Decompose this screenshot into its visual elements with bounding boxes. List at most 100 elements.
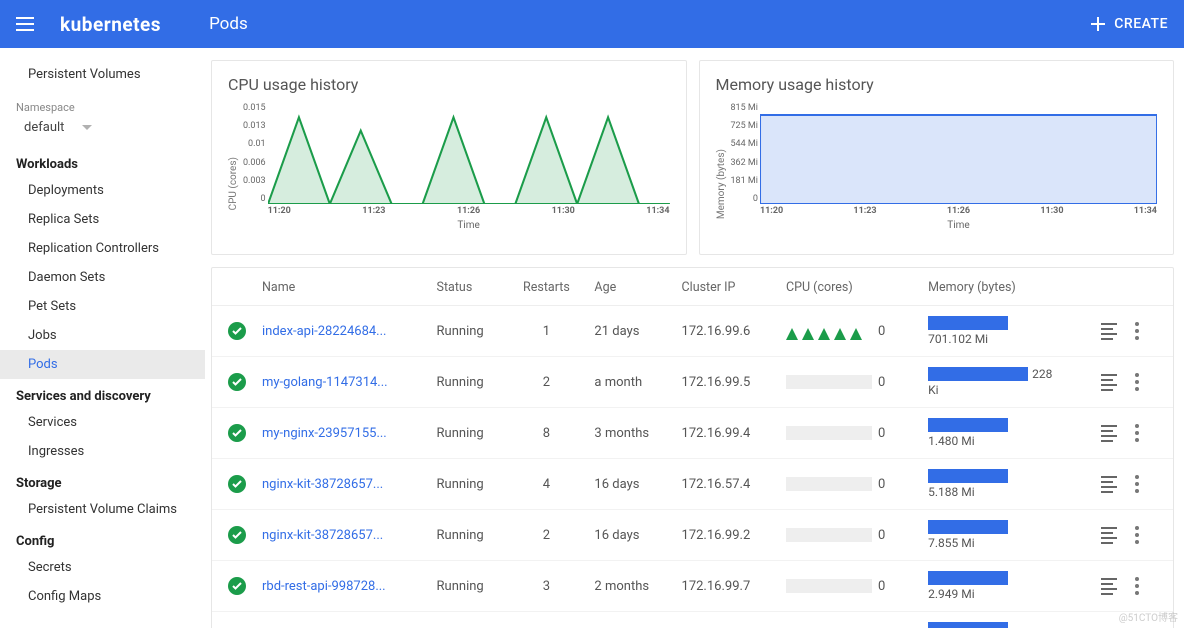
memory-extra: 228 bbox=[1032, 367, 1052, 381]
sidebar-item-jobs[interactable]: Jobs bbox=[0, 321, 205, 350]
logs-icon[interactable] bbox=[1101, 374, 1117, 391]
cpu-xlabel: Time bbox=[268, 216, 670, 231]
cpu-chart-card: CPU usage history CPU (cores) 0.0150.013… bbox=[211, 60, 687, 255]
memory-bar bbox=[928, 316, 1008, 330]
status-ok-icon bbox=[228, 373, 246, 391]
logs-icon[interactable] bbox=[1101, 476, 1117, 493]
plus-icon bbox=[1090, 16, 1106, 32]
cpu-bar bbox=[786, 579, 872, 593]
pod-restarts: 3 bbox=[506, 561, 586, 612]
cpu-bar bbox=[786, 426, 872, 440]
sidebar-item-secrets[interactable]: Secrets bbox=[0, 553, 205, 582]
col-cpu[interactable]: CPU (cores) bbox=[778, 268, 920, 306]
cpu-bar bbox=[786, 477, 872, 491]
app-header: kubernetes Pods CREATE bbox=[0, 0, 1184, 48]
more-icon[interactable] bbox=[1135, 475, 1139, 493]
config-heading[interactable]: Config bbox=[0, 524, 205, 553]
cpu-value: 0 bbox=[878, 324, 885, 339]
pod-link[interactable]: rbd-rest-api-998728... bbox=[262, 579, 386, 594]
cpu-chart-title: CPU usage history bbox=[228, 75, 670, 94]
pods-table-card: Name Status Restarts Age Cluster IP CPU … bbox=[211, 267, 1174, 628]
sidebar-item-deployments[interactable]: Deployments bbox=[0, 176, 205, 205]
pod-cluster-ip: 172.16.99.5 bbox=[674, 357, 778, 408]
col-restarts[interactable]: Restarts bbox=[506, 268, 586, 306]
cpu-yaxis: 0.0150.0130.010.0060.0030 bbox=[243, 104, 268, 204]
cpu-value: 0 bbox=[878, 579, 885, 594]
memory-value: Ki bbox=[928, 383, 1085, 397]
services-heading[interactable]: Services and discovery bbox=[0, 379, 205, 408]
cpu-value: 0 bbox=[878, 375, 885, 390]
sidebar-item-services[interactable]: Services bbox=[0, 408, 205, 437]
sidebar-item-replication-controllers[interactable]: Replication Controllers bbox=[0, 234, 205, 263]
cpu-value: 0 bbox=[878, 528, 885, 543]
pod-status: Running bbox=[429, 510, 507, 561]
storage-heading[interactable]: Storage bbox=[0, 466, 205, 495]
memory-bar bbox=[928, 622, 1008, 628]
menu-icon[interactable] bbox=[16, 12, 40, 36]
logs-icon[interactable] bbox=[1101, 527, 1117, 544]
pod-age: 3 months bbox=[586, 408, 673, 459]
col-age[interactable]: Age bbox=[586, 268, 673, 306]
sidebar: Persistent Volumes Namespace default Wor… bbox=[0, 48, 205, 628]
main-content: CPU usage history CPU (cores) 0.0150.013… bbox=[205, 48, 1184, 628]
col-name[interactable]: Name bbox=[254, 268, 429, 306]
pod-link[interactable]: nginx-kit-38728657... bbox=[262, 528, 383, 543]
more-icon[interactable] bbox=[1135, 322, 1139, 340]
more-icon[interactable] bbox=[1135, 526, 1139, 544]
memory-chart-card: Memory usage history Memory (bytes) 815 … bbox=[699, 60, 1175, 255]
pod-link[interactable]: nginx-kit-38728657... bbox=[262, 477, 383, 492]
table-row: rbd-rest-api-998728...Running32 months17… bbox=[212, 612, 1173, 628]
col-memory[interactable]: Memory (bytes) bbox=[920, 268, 1093, 306]
sidebar-item-config-maps[interactable]: Config Maps bbox=[0, 582, 205, 611]
sidebar-item-ingresses[interactable]: Ingresses bbox=[0, 437, 205, 466]
pod-cluster-ip: 172.16.99.6 bbox=[674, 306, 778, 357]
pod-restarts: 2 bbox=[506, 357, 586, 408]
sidebar-item-pvc[interactable]: Persistent Volume Claims bbox=[0, 495, 205, 524]
namespace-select[interactable]: default bbox=[0, 116, 205, 147]
more-icon[interactable] bbox=[1135, 577, 1139, 595]
sidebar-item-pods[interactable]: Pods bbox=[0, 350, 205, 379]
pod-cluster-ip: 172.16.99.2 bbox=[674, 510, 778, 561]
namespace-value: default bbox=[24, 120, 64, 135]
pod-status: Running bbox=[429, 408, 507, 459]
table-row: nginx-kit-38728657...Running216 days172.… bbox=[212, 510, 1173, 561]
pod-age: 21 days bbox=[586, 306, 673, 357]
col-status[interactable]: Status bbox=[429, 268, 507, 306]
create-label: CREATE bbox=[1114, 16, 1168, 32]
sidebar-item-daemon-sets[interactable]: Daemon Sets bbox=[0, 263, 205, 292]
pod-age: a month bbox=[586, 357, 673, 408]
pod-link[interactable]: my-golang-1147314... bbox=[262, 375, 388, 390]
sidebar-item-persistent-volumes[interactable]: Persistent Volumes bbox=[0, 60, 205, 89]
more-icon[interactable] bbox=[1135, 373, 1139, 391]
status-ok-icon bbox=[228, 424, 246, 442]
table-row: index-api-28224684...Running121 days172.… bbox=[212, 306, 1173, 357]
status-ok-icon bbox=[228, 475, 246, 493]
workloads-heading[interactable]: Workloads bbox=[0, 147, 205, 176]
pod-link[interactable]: index-api-28224684... bbox=[262, 324, 386, 339]
table-row: nginx-kit-38728657...Running416 days172.… bbox=[212, 459, 1173, 510]
sidebar-item-replica-sets[interactable]: Replica Sets bbox=[0, 205, 205, 234]
pod-age: 16 days bbox=[586, 459, 673, 510]
pod-cluster-ip: 172.16.99.4 bbox=[674, 408, 778, 459]
page-title: Pods bbox=[209, 14, 248, 34]
logs-icon[interactable] bbox=[1101, 323, 1117, 340]
pod-link[interactable]: my-nginx-23957155... bbox=[262, 426, 387, 441]
more-icon[interactable] bbox=[1135, 424, 1139, 442]
pod-cluster-ip: 172.16.57.4 bbox=[674, 459, 778, 510]
pod-restarts: 8 bbox=[506, 408, 586, 459]
namespace-label: Namespace bbox=[0, 89, 205, 116]
table-row: my-nginx-23957155... Running83 months172.… bbox=[212, 408, 1173, 459]
logs-icon[interactable] bbox=[1101, 578, 1117, 595]
status-ok-icon bbox=[228, 577, 246, 595]
memory-chart-title: Memory usage history bbox=[716, 75, 1158, 94]
col-cluster-ip[interactable]: Cluster IP bbox=[674, 268, 778, 306]
status-ok-icon bbox=[228, 526, 246, 544]
cpu-value: 0 bbox=[878, 477, 885, 492]
app-logo: kubernetes bbox=[60, 13, 161, 36]
create-button[interactable]: CREATE bbox=[1090, 16, 1168, 32]
pod-cluster-ip: 172.16.99.8 bbox=[674, 612, 778, 628]
sidebar-item-pet-sets[interactable]: Pet Sets bbox=[0, 292, 205, 321]
pod-status: Running bbox=[429, 459, 507, 510]
logs-icon[interactable] bbox=[1101, 425, 1117, 442]
pod-age: 2 months bbox=[586, 561, 673, 612]
